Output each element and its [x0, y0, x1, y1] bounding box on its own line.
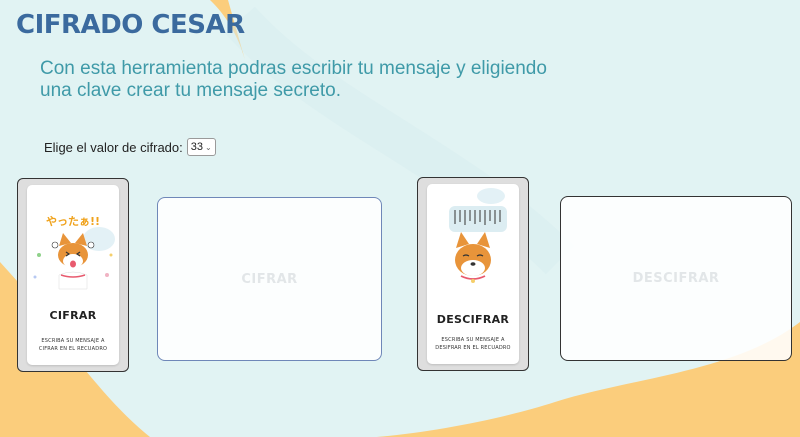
- decrypt-placeholder: DESCIFRAR: [632, 271, 720, 286]
- encrypt-card-face: やったぁ!! CIFRAR ESCRIBA SU MENSAJE A CIFRA…: [27, 185, 119, 365]
- decrypt-textarea[interactable]: DESCIFRAR: [560, 196, 792, 361]
- encrypt-card[interactable]: やったぁ!! CIFRAR ESCRIBA SU MENSAJE A CIFRA…: [17, 178, 129, 372]
- sticker-text: やったぁ!!: [46, 215, 100, 228]
- page-title: CIFRADO CESAR: [16, 10, 245, 40]
- decrypt-title: DESCIFRAR: [436, 313, 510, 326]
- shift-control: Elige el valor de cifrado: 33 ⌄: [44, 138, 216, 156]
- decrypt-card-face: DESCIFRAR ESCRIBA SU MENSAJE A DESIFRAR …: [427, 184, 519, 364]
- encrypt-title: CIFRAR: [49, 309, 97, 322]
- shift-label: Elige el valor de cifrado:: [44, 139, 183, 155]
- shift-value: 33: [190, 141, 203, 153]
- chevron-down-icon: ⌄: [205, 142, 212, 152]
- decrypt-instruction: ESCRIBA SU MENSAJE A DESIFRAR EN EL RECU…: [435, 337, 511, 351]
- encrypt-instruction: ESCRIBA SU MENSAJE A CIFRAR EN EL RECUAD…: [38, 338, 108, 352]
- encrypt-placeholder: CIFRAR: [241, 271, 298, 287]
- encrypt-textarea[interactable]: CIFRAR: [157, 197, 382, 361]
- shift-select[interactable]: 33 ⌄: [186, 138, 216, 156]
- decrypt-card[interactable]: DESCIFRAR ESCRIBA SU MENSAJE A DESIFRAR …: [417, 177, 529, 371]
- intro-text: Con esta herramienta podras escribir tu …: [40, 58, 547, 101]
